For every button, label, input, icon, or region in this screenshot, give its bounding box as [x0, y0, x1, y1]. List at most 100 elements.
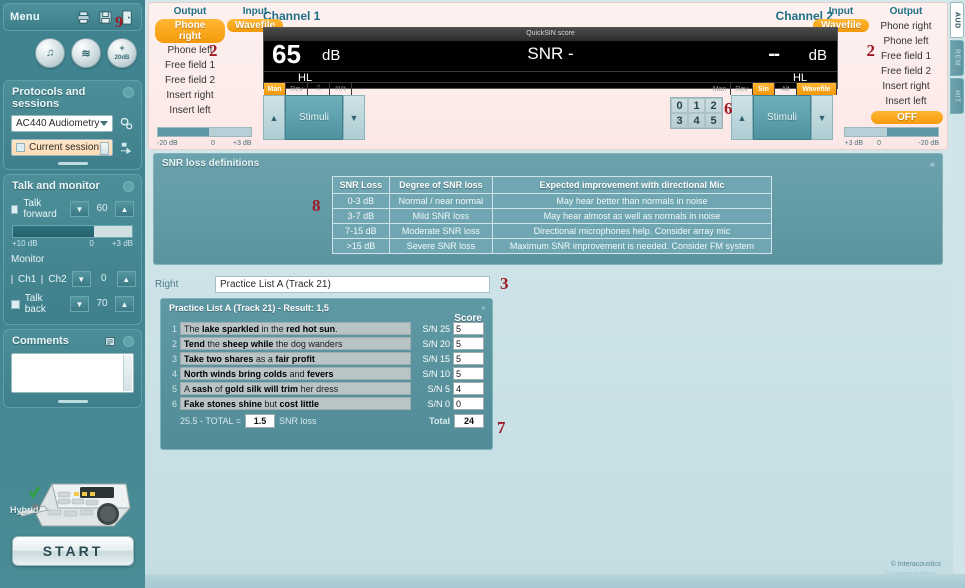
numpad-key-4[interactable]: 4 [688, 113, 705, 128]
print-icon[interactable] [76, 10, 91, 25]
ch1-checkbox[interactable] [11, 274, 13, 284]
channel2-rev-button[interactable]: Rev [731, 83, 753, 95]
snr-panel-collapse-icon[interactable]: « [930, 159, 935, 169]
channel2-sin-button[interactable]: Sin [753, 83, 775, 95]
channel2-level-unit: dB [808, 47, 827, 64]
session-select[interactable]: Current session [11, 139, 113, 156]
sentence-4-score-input[interactable]: 5 [453, 367, 484, 380]
channel1-man-button[interactable]: Man [264, 83, 286, 95]
numpad-key-0[interactable]: 0 [671, 98, 688, 113]
talk-forward-slider[interactable] [12, 225, 133, 238]
start-button[interactable]: START [12, 536, 134, 566]
channel1-vu-meter [157, 127, 252, 137]
annotation-8: 8 [312, 196, 321, 215]
channel1-multi-pulse-icon[interactable]: ⊓⊓ [330, 83, 352, 95]
protocol-value: AC440 Audiometry [16, 118, 100, 129]
channel2-level-up-button[interactable]: ▲ [731, 95, 753, 140]
save-icon[interactable] [98, 10, 113, 25]
comments-collapse-icon[interactable] [123, 336, 134, 347]
talk-forward-up-button[interactable]: ▲ [115, 201, 134, 217]
channel1-rev-button[interactable]: Rev [286, 83, 308, 95]
channel1-stimuli-button[interactable]: Stimuli [285, 95, 343, 140]
channel1-output-selected[interactable]: Phone right [155, 19, 225, 43]
ch2-checkbox[interactable] [41, 274, 44, 284]
talk-back-value: 70 [96, 298, 108, 309]
channel2-wavefile-button[interactable]: Wavefile [797, 83, 837, 95]
talk-back-checkbox[interactable] [11, 299, 20, 309]
comments-scrollbar[interactable] [123, 355, 132, 391]
boost-icon[interactable]: +20dB [107, 38, 137, 68]
sentence-6-score-input[interactable]: 0 [453, 397, 484, 410]
talk-back-down-button[interactable]: ▼ [70, 296, 89, 312]
total-score-value[interactable]: 24 [454, 414, 484, 428]
numpad-key-3[interactable]: 3 [671, 113, 688, 128]
numpad-key-1[interactable]: 1 [688, 98, 705, 113]
sentence-5-text: A sash of gold silk will trim her dress [180, 382, 411, 395]
channel1-output-item-3[interactable]: Insert right [155, 88, 225, 103]
comments-panel: Comments [3, 329, 142, 408]
channel2-vu-mid: 0 [877, 140, 881, 147]
tab-rem[interactable]: REM [950, 40, 964, 76]
protocols-collapse-icon[interactable] [123, 87, 134, 98]
channel2-output-item-4[interactable]: Insert right [871, 79, 941, 94]
channel1-level-down-button[interactable]: ▼ [343, 95, 365, 140]
talk-back-up-button[interactable]: ▲ [115, 296, 134, 312]
channel2-stimuli-button[interactable]: Stimuli [753, 95, 811, 140]
speech-icon[interactable]: ≋ [71, 38, 101, 68]
menu-icon-group [76, 9, 135, 25]
session-history-icon[interactable] [118, 139, 135, 156]
channel2-man-button[interactable]: Man [709, 83, 731, 95]
channel2-vu-min: +3 dB [844, 140, 864, 147]
channel2-output-item-3[interactable]: Free field 2 [871, 64, 941, 79]
protocol-settings-icon[interactable] [118, 115, 135, 132]
scale-min: +10 dB [12, 239, 38, 248]
talk-forward-checkbox[interactable] [11, 204, 19, 214]
monitor-label-row: Monitor [4, 248, 141, 268]
practice-panel-collapse-icon[interactable]: « [482, 303, 486, 312]
channel2-alt-button[interactable]: Alt [775, 83, 797, 95]
comments-report-icon[interactable] [104, 335, 117, 351]
numpad-key-2[interactable]: 2 [705, 98, 722, 113]
talk-monitor-title: Talk and monitor [12, 180, 100, 192]
sentence-3-score-input[interactable]: 5 [453, 352, 484, 365]
tab-hit[interactable]: HIT [950, 78, 964, 114]
monitor-up-button[interactable]: ▲ [116, 271, 136, 287]
channel2-output-item-1[interactable]: Phone left [871, 34, 941, 49]
sentence-2-score-input[interactable]: 5 [453, 337, 484, 350]
channel2-level-down-button[interactable]: ▼ [811, 95, 833, 140]
numpad-key-5[interactable]: 5 [705, 113, 722, 128]
audiometer-device-image [18, 483, 131, 527]
monitor-down-button[interactable]: ▼ [71, 271, 91, 287]
talk-monitor-collapse-icon[interactable] [123, 181, 134, 192]
session-checkbox[interactable] [16, 143, 25, 152]
channel1-single-pulse-icon[interactable]: ⎍ [308, 83, 330, 95]
snr-row3-degree: Severe SNR loss [388, 238, 493, 254]
comments-grip[interactable] [57, 400, 88, 403]
channel1-output-item-2[interactable]: Free field 2 [155, 73, 225, 88]
total-label: Total [429, 416, 450, 426]
snr-row1-loss: 3-7 dB [332, 208, 390, 224]
channel2-input-head: Input [828, 6, 854, 17]
channel1-output-item-4[interactable]: Insert left [155, 103, 225, 118]
sentence-5-score-input[interactable]: 4 [453, 382, 484, 395]
channel2-output-item-2[interactable]: Free field 1 [871, 49, 941, 64]
channel2-output-selected[interactable]: OFF [871, 111, 943, 124]
left-sidebar: Menu 9 ♫ ≋ +20dB Protocols and sessions … [0, 0, 145, 588]
list-item: 6 Fake stones shine but cost little S/N … [161, 396, 492, 411]
comments-textarea[interactable] [11, 353, 134, 393]
tab-aud[interactable]: AUD [950, 2, 964, 38]
panel-grip[interactable] [57, 162, 88, 165]
snr-loss-value[interactable]: 1.5 [244, 414, 275, 428]
menu-label[interactable]: Menu [10, 11, 40, 23]
session-stepper[interactable] [100, 142, 109, 155]
channel1-level-up-button[interactable]: ▲ [263, 95, 285, 140]
track-list-select[interactable]: Practice List A (Track 21) [215, 275, 490, 293]
tone-icon[interactable]: ♫ [35, 38, 65, 68]
sentence-3-number: 3 [171, 353, 177, 364]
snr-row0-loss: 0-3 dB [332, 193, 390, 209]
channel2-output-item-0[interactable]: Phone right [871, 19, 941, 34]
channel2-vu-meter [844, 127, 939, 137]
protocol-select[interactable]: AC440 Audiometry [11, 115, 113, 132]
talk-forward-down-button[interactable]: ▼ [70, 201, 89, 217]
channel2-output-item-5[interactable]: Insert left [871, 94, 941, 109]
